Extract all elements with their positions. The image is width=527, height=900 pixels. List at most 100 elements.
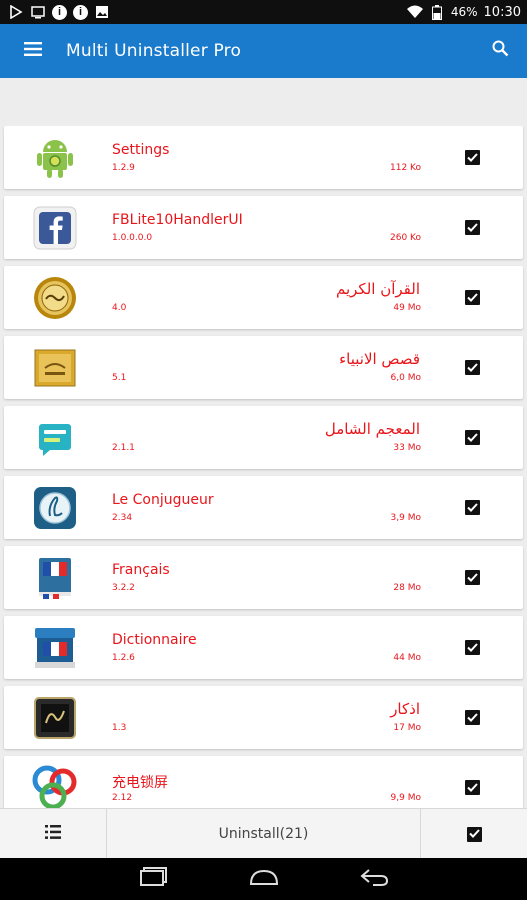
info-icon: i xyxy=(73,4,88,20)
home-button[interactable] xyxy=(244,864,284,894)
checkmark-icon xyxy=(467,219,478,237)
select-checkbox[interactable] xyxy=(465,220,480,235)
checkmark-icon xyxy=(467,709,478,727)
app-row[interactable]: 充电锁屏 2.12 9,9 Mo xyxy=(4,756,523,808)
checkmark-icon xyxy=(467,149,478,167)
app-version: 2.34 xyxy=(112,513,133,523)
app-name: القرآن الكريم xyxy=(335,280,420,298)
hamburger-menu-icon xyxy=(24,41,42,61)
select-all-checkbox[interactable] xyxy=(466,825,482,843)
status-notifications: i i xyxy=(8,4,110,20)
select-all-button[interactable] xyxy=(420,809,527,859)
app-version: 1.0.0.0.0 xyxy=(112,233,153,243)
info-icon: i xyxy=(52,4,67,20)
app-version: 3.2.2 xyxy=(112,583,135,593)
app-name: 充电锁屏 xyxy=(112,775,168,791)
dictionary-ar-icon xyxy=(32,415,78,461)
checkmark-icon xyxy=(468,825,480,843)
home-icon xyxy=(247,868,281,891)
screenshot-icon xyxy=(30,4,46,20)
checkmark-icon xyxy=(467,499,478,517)
app-size: 9,9 Mo xyxy=(390,793,421,803)
app-version: 4.0 xyxy=(112,303,127,313)
app-name: اذكار xyxy=(390,700,420,718)
wifi-icon xyxy=(406,4,423,20)
app-bar: Multi Uninstaller Pro xyxy=(0,24,527,78)
play-store-icon xyxy=(8,4,24,20)
azkar-icon xyxy=(32,695,78,741)
dictionnaire-icon xyxy=(32,625,78,671)
book-icon xyxy=(32,345,78,391)
android-settings-icon xyxy=(32,135,78,181)
checkmark-icon xyxy=(467,289,478,307)
app-size: 33 Mo xyxy=(393,443,421,453)
checkmark-icon xyxy=(467,779,478,797)
app-row[interactable]: FBLite10HandlerUI 1.0.0.0.0 260 Ko xyxy=(4,196,523,259)
app-name: Le Conjugueur xyxy=(112,492,214,508)
checkmark-icon xyxy=(467,639,478,657)
app-name: Settings xyxy=(112,142,170,158)
back-button[interactable] xyxy=(354,864,394,894)
app-row[interactable]: اذكار 1.3 17 Mo xyxy=(4,686,523,749)
app-row[interactable]: القرآن الكريم 4.0 49 Mo xyxy=(4,266,523,329)
app-row[interactable]: قصص الانبياء 5.1 6,0 Mo xyxy=(4,336,523,399)
battery-icon xyxy=(429,4,445,20)
select-checkbox[interactable] xyxy=(465,360,480,375)
select-checkbox[interactable] xyxy=(465,710,480,725)
select-checkbox[interactable] xyxy=(465,500,480,515)
recent-apps-button[interactable] xyxy=(134,864,174,894)
menu-button[interactable] xyxy=(0,24,66,78)
french-book-icon xyxy=(32,555,78,601)
app-name: Dictionnaire xyxy=(112,632,197,648)
search-button[interactable] xyxy=(473,24,527,78)
select-checkbox[interactable] xyxy=(465,430,480,445)
go-locker-icon xyxy=(32,765,78,808)
select-checkbox[interactable] xyxy=(465,640,480,655)
facebook-icon xyxy=(32,205,78,251)
status-system: 46% 10:30 xyxy=(406,4,521,20)
app-row[interactable]: Le Conjugueur 2.34 3,9 Mo xyxy=(4,476,523,539)
select-checkbox[interactable] xyxy=(465,290,480,305)
conjugueur-icon xyxy=(32,485,78,531)
app-size: 260 Ko xyxy=(390,233,421,243)
app-size: 49 Mo xyxy=(393,303,421,313)
app-version: 1.2.9 xyxy=(112,163,135,173)
select-checkbox[interactable] xyxy=(465,780,480,795)
battery-percent: 46% xyxy=(450,5,478,19)
clock: 10:30 xyxy=(483,4,521,20)
back-icon xyxy=(359,867,389,892)
app-list[interactable]: Settings 1.2.9 112 Ko FBLite10HandlerUI … xyxy=(0,126,527,808)
image-icon xyxy=(94,4,110,20)
select-checkbox[interactable] xyxy=(465,150,480,165)
app-size: 3,9 Mo xyxy=(390,513,421,523)
app-version: 2.1.1 xyxy=(112,443,135,453)
app-row[interactable]: Dictionnaire 1.2.6 44 Mo xyxy=(4,616,523,679)
app-size: 6,0 Mo xyxy=(390,373,421,383)
checkmark-icon xyxy=(467,569,478,587)
app-name: قصص الانبياء xyxy=(339,350,420,368)
app-size: 112 Ko xyxy=(390,163,421,173)
uninstall-button[interactable]: Uninstall(21) xyxy=(107,809,420,858)
list-view-button[interactable] xyxy=(0,809,107,859)
bottom-toolbar: Uninstall(21) xyxy=(0,808,527,859)
app-name: Français xyxy=(112,562,170,578)
quran-icon xyxy=(32,275,78,321)
select-checkbox[interactable] xyxy=(465,570,480,585)
app-version: 1.2.6 xyxy=(112,653,135,663)
app-row[interactable]: المعجم الشامل 2.1.1 33 Mo xyxy=(4,406,523,469)
app-size: 17 Mo xyxy=(393,723,421,733)
app-row[interactable]: Settings 1.2.9 112 Ko xyxy=(4,126,523,189)
status-bar: i i 46% 10:30 xyxy=(0,0,527,24)
navigation-bar xyxy=(0,858,527,900)
app-row[interactable]: Français 3.2.2 28 Mo xyxy=(4,546,523,609)
recent-apps-icon xyxy=(139,866,169,892)
checkmark-icon xyxy=(467,429,478,447)
checkmark-icon xyxy=(467,359,478,377)
app-version: 5.1 xyxy=(112,373,127,383)
app-size: 28 Mo xyxy=(393,583,421,593)
search-icon xyxy=(492,40,509,62)
app-name: FBLite10HandlerUI xyxy=(112,212,243,228)
app-version: 2.12 xyxy=(112,793,133,803)
app-title: Multi Uninstaller Pro xyxy=(66,41,242,61)
app-name: المعجم الشامل xyxy=(324,420,420,438)
